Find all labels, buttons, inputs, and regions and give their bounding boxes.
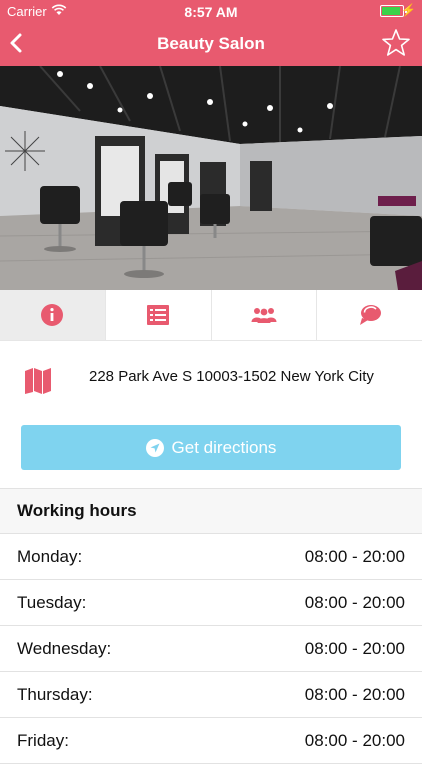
hours-day: Friday: (17, 731, 69, 750)
address-section: 228 Park Ave S 10003-1502 New York City (0, 340, 422, 422)
info-icon (41, 304, 64, 326)
navigation-arrow-icon (145, 438, 164, 457)
hours-row: Tuesday: 08:00 - 20:00 (0, 580, 422, 626)
page-title: Beauty Salon (157, 34, 265, 53)
charging-icon: ⚡ (401, 3, 416, 17)
people-icon (251, 308, 277, 323)
get-directions-button[interactable]: Get directions (21, 425, 401, 470)
hours-time: 08:00 - 20:00 (304, 685, 405, 704)
tab-services[interactable] (106, 290, 212, 340)
list-icon (147, 305, 170, 325)
hours-row: Wednesday: 08:00 - 20:00 (0, 626, 422, 672)
hours-time: 08:00 - 20:00 (304, 593, 405, 612)
get-directions-label: Get directions (171, 437, 277, 457)
salon-photo (0, 66, 422, 290)
hours-time: 08:00 - 20:00 (304, 731, 405, 750)
hours-row: Friday: 08:00 - 20:00 (0, 718, 422, 764)
working-hours-title: Working hours (0, 488, 422, 534)
status-bar: Carrier 8:57 AM ⚡ (0, 0, 422, 22)
tab-staff[interactable] (212, 290, 318, 340)
status-time: 8:57 AM (184, 4, 238, 20)
map-icon (25, 368, 51, 394)
hours-day: Monday: (17, 547, 83, 566)
hours-day: Tuesday: (17, 593, 87, 612)
chat-bubbles-icon (359, 305, 381, 325)
address-text: 228 Park Ave S 10003-1502 New York City (89, 368, 374, 385)
hours-day: Thursday: (17, 685, 93, 704)
hours-row: Monday: 08:00 - 20:00 (0, 534, 422, 580)
working-hours-section: Working hours Monday: 08:00 - 20:00 Tues… (0, 488, 422, 764)
favorite-star-icon[interactable] (380, 27, 412, 59)
tab-reviews[interactable] (317, 290, 422, 340)
navigation-bar: Beauty Salon (0, 22, 422, 66)
detail-tabs (0, 290, 422, 341)
hours-row: Thursday: 08:00 - 20:00 (0, 672, 422, 718)
hours-time: 08:00 - 20:00 (304, 639, 405, 658)
hours-day: Wednesday: (17, 639, 112, 658)
hours-time: 08:00 - 20:00 (304, 547, 405, 566)
tab-info[interactable] (0, 290, 106, 340)
